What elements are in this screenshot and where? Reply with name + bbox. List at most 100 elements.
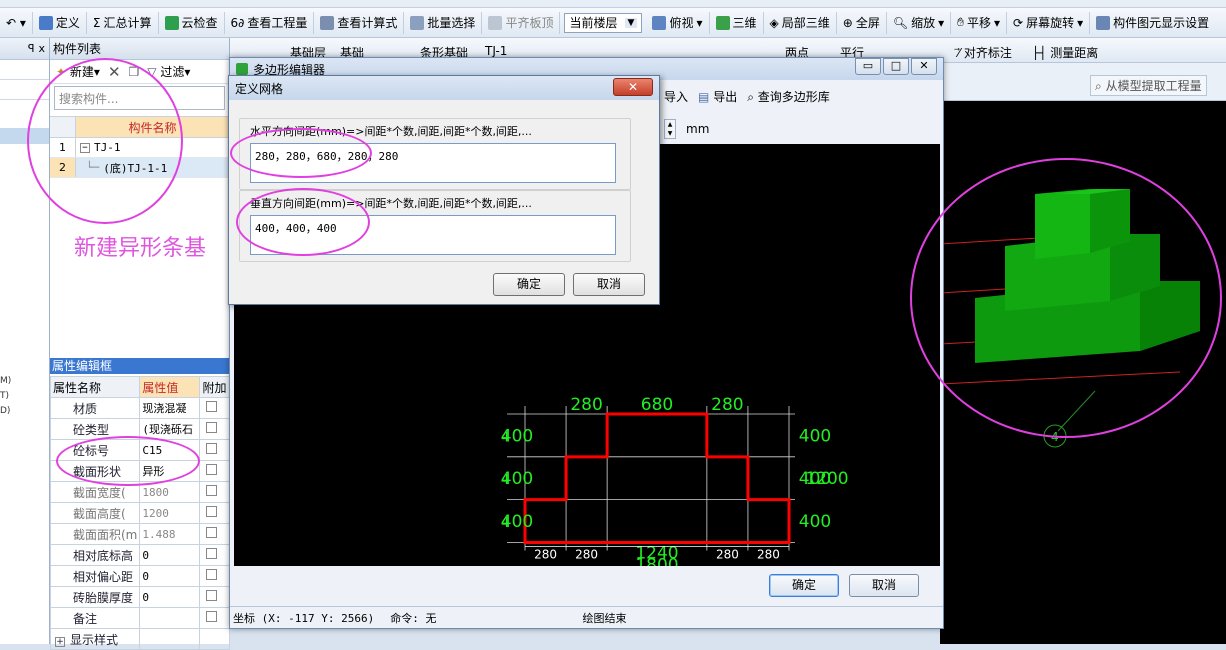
main-toolbar: ↶ ▾ 定义 Σ 汇总计算 云检查 6∂ 查看工程量 查看计算式 批量选择 平齐板顶… bbox=[0, 8, 1226, 38]
close-icon[interactable]: ✕ bbox=[911, 58, 937, 75]
expand-icon[interactable]: + bbox=[55, 636, 65, 647]
link-icon: 6∂ bbox=[230, 15, 245, 30]
view-formula-button[interactable]: 查看计算式 bbox=[314, 11, 405, 34]
sum-calc-button[interactable]: Σ 汇总计算 bbox=[87, 11, 159, 34]
property-value[interactable]: 1.488 bbox=[139, 523, 201, 545]
left-label: D) bbox=[0, 406, 11, 416]
checkbox[interactable] bbox=[206, 464, 218, 475]
property-name: 备注 bbox=[49, 607, 141, 629]
checkbox[interactable] bbox=[206, 422, 218, 433]
property-value[interactable]: 现浇混凝 bbox=[139, 397, 201, 419]
rotate-button[interactable]: ⟳ 屏幕旋转 ▾ bbox=[1007, 11, 1091, 34]
left-panel-header: ꟼx bbox=[0, 38, 49, 60]
spinner-icon[interactable]: ▲ ▼ bbox=[664, 119, 676, 139]
plus-circle-icon: ⊕ bbox=[842, 15, 853, 30]
checkbox[interactable] bbox=[206, 590, 218, 601]
export-icon: ▤ bbox=[698, 90, 710, 104]
highlight-ellipse bbox=[27, 58, 183, 224]
flat-slab-button[interactable]: 平齐板顶 bbox=[482, 11, 561, 34]
close-icon[interactable]: x bbox=[38, 42, 45, 55]
property-value[interactable] bbox=[139, 607, 201, 629]
property-row[interactable]: 相对偏心距 0 bbox=[49, 565, 230, 587]
checkbox[interactable] bbox=[206, 527, 218, 538]
chevron-down-icon: ▼ bbox=[624, 17, 638, 28]
checkbox[interactable] bbox=[206, 485, 218, 496]
dim-label: 280 bbox=[716, 547, 739, 561]
define-icon bbox=[38, 15, 53, 30]
property-value[interactable] bbox=[139, 628, 201, 650]
export-button[interactable]: ▤ 导出 bbox=[698, 88, 737, 105]
extract-qty-button[interactable]: ⌕ 从模型提取工程量 bbox=[1090, 75, 1207, 96]
polygon-toolbar: 导入 ▤ 导出 ⌕ 查询多边形库 bbox=[664, 88, 830, 105]
pin-icon[interactable]: ꟼ bbox=[28, 42, 35, 55]
import-button[interactable]: 导入 bbox=[664, 88, 688, 105]
property-row[interactable]: 材质 现浇混凝 bbox=[49, 397, 230, 419]
menu-bar bbox=[0, 0, 1226, 8]
grid-ok-button[interactable]: 确定 bbox=[493, 273, 565, 296]
zoom-icon: 🔍︎ bbox=[892, 15, 909, 30]
view-qty-button[interactable]: 6∂ 查看工程量 bbox=[225, 11, 315, 34]
checkbox[interactable] bbox=[206, 548, 218, 559]
dim-label: 280 bbox=[534, 547, 557, 561]
property-value[interactable]: 0 bbox=[139, 544, 201, 566]
batch-icon bbox=[410, 15, 425, 30]
footing-polygon bbox=[523, 412, 791, 544]
status-command: 命令: 无 bbox=[390, 611, 437, 625]
checkbox[interactable] bbox=[206, 443, 218, 454]
display-settings-button[interactable]: 构件图元显示设置 bbox=[1090, 12, 1215, 34]
property-value[interactable]: 1200 bbox=[139, 502, 201, 524]
query-lib-button[interactable]: ⌕ 查询多边形库 bbox=[747, 88, 830, 105]
pan-button[interactable]: ✋︎ 平移 ▾ bbox=[951, 11, 1008, 34]
close-icon[interactable]: ✕ bbox=[613, 78, 653, 96]
checkbox[interactable] bbox=[206, 611, 218, 622]
component-list-title: 构件列表 bbox=[50, 38, 229, 60]
maximize-icon[interactable]: □ bbox=[883, 58, 909, 75]
property-value[interactable]: 0 bbox=[139, 565, 201, 587]
property-name: 材质 bbox=[49, 397, 141, 419]
floor-select[interactable]: 当前楼层 ▼ bbox=[564, 12, 643, 33]
full-screen-button[interactable]: ⊕ 全屏 bbox=[837, 11, 887, 34]
property-row[interactable]: 截面面积(m 1.488 bbox=[49, 523, 230, 545]
align-icon: ⁄⃗ bbox=[958, 46, 961, 60]
three-d-button[interactable]: 三维 bbox=[710, 11, 764, 34]
formula-icon bbox=[320, 15, 335, 30]
local-3d-button[interactable]: ◈ 局部三维 bbox=[764, 11, 837, 34]
dim-label: 4 bbox=[501, 473, 509, 488]
diamond-icon: ◈ bbox=[769, 15, 779, 30]
define-button[interactable]: 定义 bbox=[33, 11, 87, 34]
dim-label: 1800 bbox=[635, 555, 678, 566]
cloud-check-button[interactable]: 云检查 bbox=[159, 11, 225, 34]
dim-label: 280 bbox=[575, 547, 598, 561]
extract-toolbar: ⌕ 从模型提取工程量 bbox=[940, 63, 1226, 101]
rotate-icon: ⟳ bbox=[1013, 15, 1024, 30]
minimize-icon[interactable]: ▭ bbox=[855, 58, 881, 75]
align-mark-button[interactable]: ⁄⃗ 对齐标注 bbox=[958, 44, 1012, 61]
status-bar: 坐标 (X: -117 Y: 2566) 命令: 无 绘图结束 bbox=[230, 606, 943, 628]
zoom-button[interactable]: 🔍︎ 缩放 ▾ bbox=[887, 11, 952, 34]
poly-cancel-button[interactable]: 取消 bbox=[849, 574, 919, 597]
status-coord: 坐标 (X: -117 Y: 2566) bbox=[233, 611, 375, 625]
3d-icon bbox=[715, 15, 730, 30]
checkbox[interactable] bbox=[206, 401, 218, 412]
property-name: 相对底标高 bbox=[49, 544, 141, 566]
undo-redo[interactable]: ↶ ▾ bbox=[0, 11, 33, 34]
highlight-ellipse bbox=[236, 188, 370, 256]
checkbox[interactable] bbox=[206, 569, 218, 580]
property-value[interactable]: 0 bbox=[139, 586, 201, 608]
property-row[interactable]: 砖胎膜厚度 0 bbox=[49, 586, 230, 608]
poly-ok-button[interactable]: 确定 bbox=[769, 574, 839, 597]
property-row[interactable]: 备注 bbox=[49, 607, 230, 629]
dim-label: 400 bbox=[799, 512, 831, 532]
left-label: M) bbox=[0, 376, 12, 386]
property-row[interactable]: 相对底标高 0 bbox=[49, 544, 230, 566]
property-row[interactable]: 截面高度(1200 bbox=[49, 502, 230, 524]
batch-select-button[interactable]: 批量选择 bbox=[404, 11, 483, 34]
dim-label: 280 bbox=[757, 547, 780, 561]
property-row[interactable]: + 显示样式 bbox=[49, 628, 230, 650]
top-view-button[interactable]: 俯视 ▾ bbox=[646, 11, 710, 34]
app-icon bbox=[236, 63, 248, 75]
measure-button[interactable]: ├┤ 测量距离 bbox=[1032, 44, 1098, 61]
checkbox[interactable] bbox=[206, 506, 218, 517]
grid-cancel-button[interactable]: 取消 bbox=[573, 273, 645, 296]
highlight-ellipse bbox=[56, 436, 200, 486]
